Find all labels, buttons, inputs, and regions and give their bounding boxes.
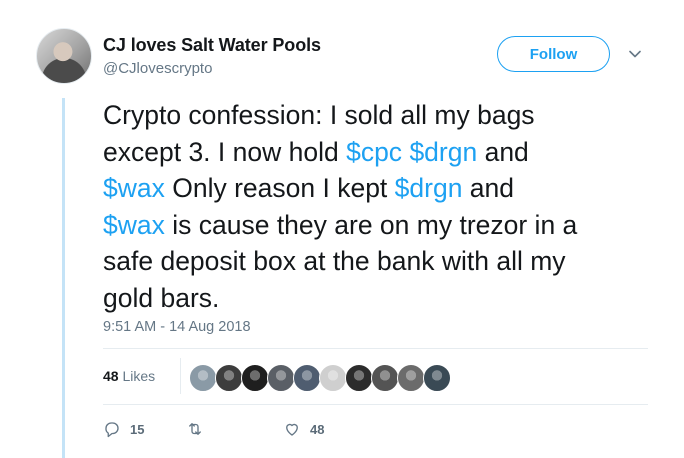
tweet-text-segment: Only reason I kept	[164, 173, 395, 203]
liker-avatar[interactable]	[215, 364, 243, 392]
heart-icon	[286, 423, 298, 436]
retweet-button[interactable]	[186, 420, 213, 438]
liker-avatar[interactable]	[267, 364, 295, 392]
tweet-text-segment: except 3. I now hold	[103, 136, 347, 167]
chevron-down-icon[interactable]	[627, 46, 643, 62]
likes-count: 48	[103, 368, 119, 384]
cashtag-link[interactable]: $wax	[103, 173, 165, 203]
author-avatar[interactable]	[36, 28, 92, 84]
follow-button[interactable]: Follow	[497, 36, 610, 72]
liker-avatar[interactable]	[241, 364, 269, 392]
cashtag-link[interactable]: $drgn	[395, 173, 463, 203]
likes-label: Likes	[122, 368, 156, 384]
likes-stat[interactable]: 48 Likes	[103, 368, 155, 384]
stats-separator	[180, 358, 181, 394]
cashtag-link[interactable]: $drgn	[409, 137, 477, 167]
retweet-icon	[189, 423, 201, 435]
divider-bottom	[103, 404, 648, 405]
reply-count: 15	[130, 421, 145, 437]
tweet-timestamp[interactable]: 9:51 AM - 14 Aug 2018	[103, 319, 251, 335]
tweet-text: Crypto confession: I sold all my bags exc…	[103, 97, 668, 316]
thread-line	[62, 98, 65, 458]
liker-avatar[interactable]	[293, 364, 321, 392]
liker-avatar[interactable]	[423, 364, 451, 392]
tweet-line: except 3. I now hold $cpc $drgn and	[103, 134, 668, 171]
tweet-line: $wax is cause they are on my trezor in a	[103, 207, 668, 244]
cashtag-link[interactable]: $wax	[103, 210, 165, 240]
like-button[interactable]: 48	[283, 420, 324, 438]
tweet-text-segment: is cause they are on my trezor in a	[164, 209, 578, 240]
tweet-text-segment: Crypto confession: I sold all my bags	[103, 100, 535, 130]
author-handle[interactable]: @CJlovescrypto	[103, 60, 212, 77]
divider-top	[103, 348, 648, 349]
tweet-text-segment: and	[462, 173, 515, 203]
liker-avatar[interactable]	[319, 364, 347, 392]
tweet-line: Crypto confession: I sold all my bags	[103, 97, 668, 134]
reply-icon	[105, 422, 119, 438]
tweet-text-segment: and	[477, 136, 529, 167]
liker-avatar[interactable]	[189, 364, 217, 392]
author-display-name[interactable]: CJ loves Salt Water Pools	[103, 35, 321, 56]
liker-avatar[interactable]	[397, 364, 425, 392]
tweet-text-segment: gold bars.	[103, 282, 220, 313]
tweet-line: safe deposit box at the bank with all my	[103, 243, 668, 280]
reply-button[interactable]: 15	[103, 420, 144, 438]
like-count: 48	[310, 421, 325, 437]
tweet-line: $wax Only reason I kept $drgn and	[103, 170, 668, 207]
cashtag-link[interactable]: $cpc	[346, 137, 402, 167]
tweet-line: gold bars.	[103, 280, 668, 317]
liker-avatar[interactable]	[345, 364, 373, 392]
tweet-text-segment: safe deposit box at the bank with all my	[103, 246, 566, 276]
liker-avatar[interactable]	[371, 364, 399, 392]
